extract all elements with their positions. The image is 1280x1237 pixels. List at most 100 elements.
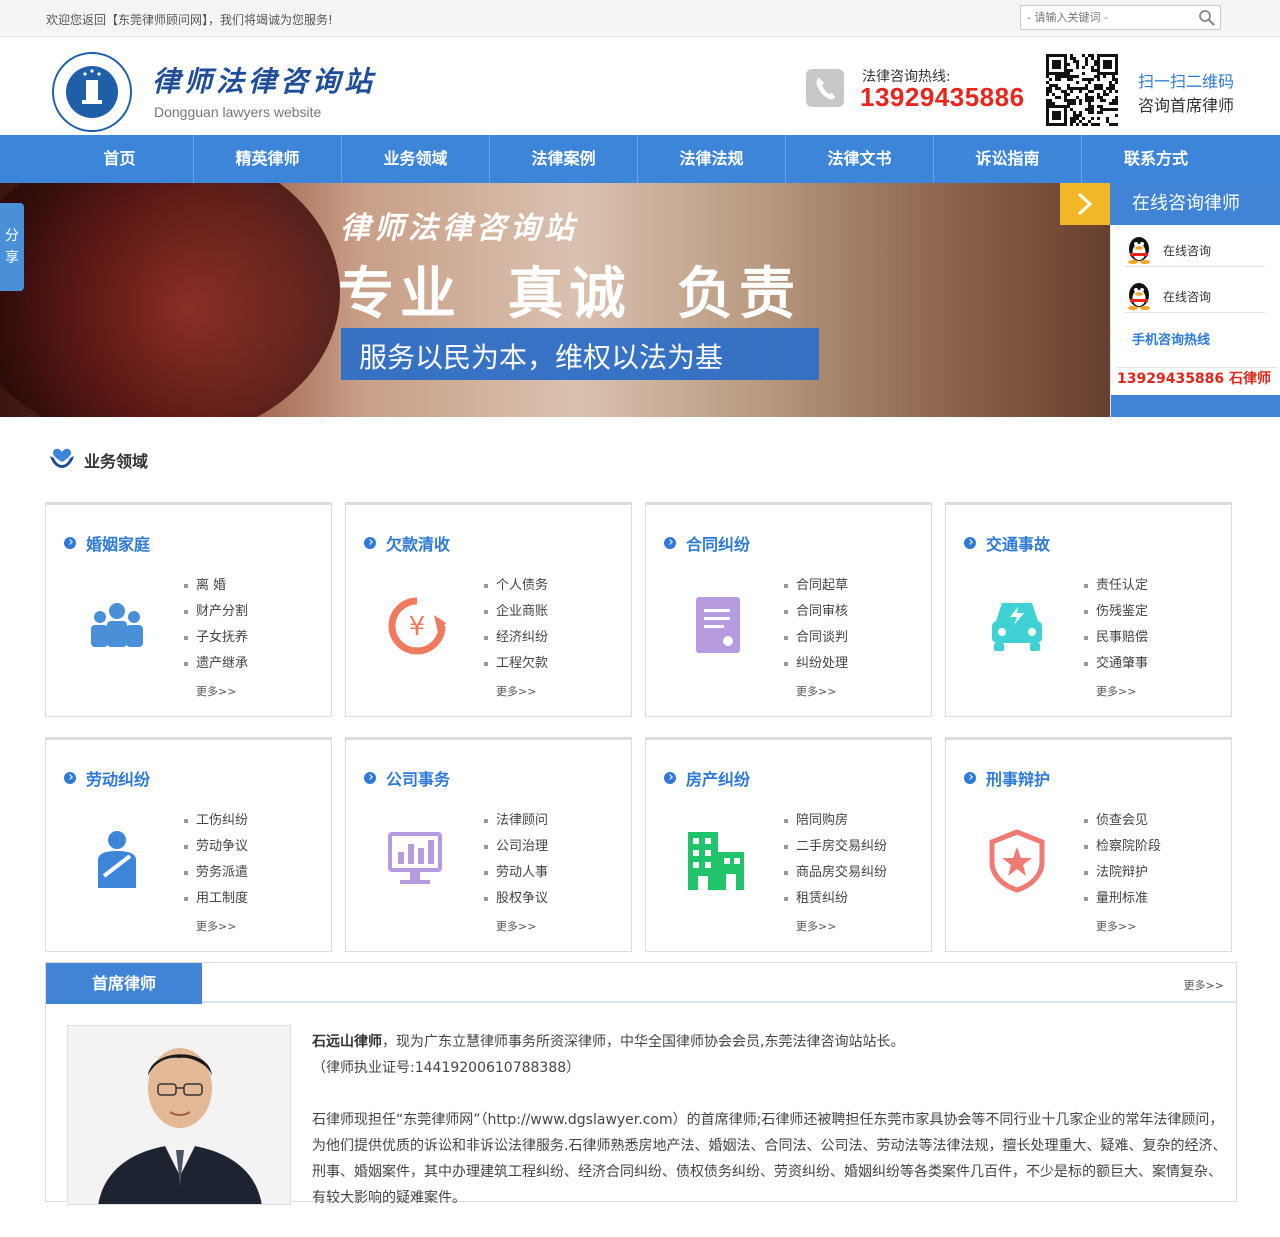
share-tab[interactable]: 分享 bbox=[0, 203, 24, 291]
card-more-link[interactable]: 更多>> bbox=[496, 683, 536, 699]
card-item[interactable]: 陪同购房 bbox=[784, 808, 887, 834]
card-item[interactable]: 商品房交易纠纷 bbox=[784, 860, 887, 886]
card-item[interactable]: 民事赔偿 bbox=[1084, 625, 1148, 651]
card-item[interactable]: 纠纷处理 bbox=[784, 651, 848, 677]
service-card: 房产纠纷陪同购房 二手房交易纠纷 商品房交易纠纷 租赁纠纷更多>> bbox=[645, 737, 932, 952]
worker-icon bbox=[84, 828, 150, 894]
card-title-text[interactable]: 婚姻家庭 bbox=[86, 535, 150, 554]
car-icon bbox=[984, 593, 1050, 659]
chevron-circle-icon bbox=[64, 772, 76, 784]
nav-item-0[interactable]: 首页 bbox=[46, 135, 194, 183]
qq-consult-link-1[interactable]: 在线咨询 bbox=[1125, 233, 1265, 267]
card-title-text[interactable]: 合同纠纷 bbox=[686, 535, 750, 554]
card-title[interactable]: 欠款清收 bbox=[364, 531, 450, 555]
card-title-text[interactable]: 欠款清收 bbox=[386, 535, 450, 554]
qr-caption-2: 咨询首席律师 bbox=[1138, 96, 1235, 115]
lawyers-association-logo-icon[interactable] bbox=[52, 52, 132, 132]
card-item[interactable]: 量刑标准 bbox=[1084, 886, 1161, 912]
card-item[interactable]: 租赁纠纷 bbox=[784, 886, 887, 912]
chevron-right-icon bbox=[1077, 192, 1093, 216]
collapse-arrow-button[interactable] bbox=[1060, 183, 1110, 225]
section-title-text: 业务领域 bbox=[84, 452, 149, 471]
site-title[interactable]: 律师法律咨询站 bbox=[152, 60, 376, 100]
card-item-list: 合同起草 合同审核 合同谈判 纠纷处理 bbox=[784, 573, 848, 677]
card-more-link[interactable]: 更多>> bbox=[1096, 683, 1136, 699]
card-more-link[interactable]: 更多>> bbox=[1096, 918, 1136, 934]
card-title-text[interactable]: 公司事务 bbox=[386, 770, 450, 789]
lawyer-bio-text: 石律师现担任“东莞律师网”（http://www.dgslawyer.com）的… bbox=[312, 1112, 1227, 1206]
gavel-image bbox=[0, 183, 340, 417]
card-title[interactable]: 交通事故 bbox=[964, 531, 1050, 555]
card-title[interactable]: 公司事务 bbox=[364, 766, 450, 790]
card-item[interactable]: 工伤纠纷 bbox=[184, 808, 248, 834]
nav-item-7[interactable]: 联系方式 bbox=[1082, 135, 1230, 183]
building-icon bbox=[684, 828, 750, 894]
banner-script-title: 律师法律咨询站 bbox=[340, 211, 578, 246]
card-item[interactable]: 企业商账 bbox=[484, 599, 548, 625]
mobile-hotline-number[interactable]: 13929435886 石律师 bbox=[1117, 367, 1277, 388]
card-item[interactable]: 法律顾问 bbox=[484, 808, 548, 834]
card-item[interactable]: 劳动人事 bbox=[484, 860, 548, 886]
card-item[interactable]: 子女抚养 bbox=[184, 625, 248, 651]
service-card: 刑事辩护侦查会见 检察院阶段 法院辩护 量刑标准更多>> bbox=[945, 737, 1232, 952]
card-item[interactable]: 合同起草 bbox=[784, 573, 848, 599]
nav-item-3[interactable]: 法律案例 bbox=[490, 135, 638, 183]
card-item[interactable]: 交通肇事 bbox=[1084, 651, 1148, 677]
welcome-text: 欢迎您返回【东莞律师顾问网】，我们将竭诚为您服务! bbox=[46, 13, 333, 27]
card-item[interactable]: 责任认定 bbox=[1084, 573, 1148, 599]
card-item[interactable]: 个人债务 bbox=[484, 573, 548, 599]
qq-consult-link-2[interactable]: 在线咨询 bbox=[1125, 279, 1265, 313]
card-more-link[interactable]: 更多>> bbox=[796, 683, 836, 699]
card-item[interactable]: 遗产继承 bbox=[184, 651, 248, 677]
nav-item-1[interactable]: 精英律师 bbox=[194, 135, 342, 183]
card-item[interactable]: 合同谈判 bbox=[784, 625, 848, 651]
card-item[interactable]: 法院辩护 bbox=[1084, 860, 1161, 886]
card-item[interactable]: 劳务派遣 bbox=[184, 860, 248, 886]
card-item[interactable]: 侦查会见 bbox=[1084, 808, 1161, 834]
card-title[interactable]: 劳动纠纷 bbox=[64, 766, 150, 790]
family-icon bbox=[84, 593, 150, 659]
search-box[interactable] bbox=[1020, 5, 1221, 30]
banner-headline: 专业 真诚 负责 bbox=[338, 262, 801, 327]
card-more-link[interactable]: 更多>> bbox=[796, 918, 836, 934]
card-more-link[interactable]: 更多>> bbox=[196, 683, 236, 699]
card-item[interactable]: 劳动争议 bbox=[184, 834, 248, 860]
nav-item-4[interactable]: 法律法规 bbox=[638, 135, 786, 183]
lawyer-more-link[interactable]: 更多>> bbox=[1184, 977, 1224, 993]
search-input[interactable] bbox=[1021, 6, 1191, 29]
company-icon bbox=[384, 828, 450, 894]
card-more-link[interactable]: 更多>> bbox=[496, 918, 536, 934]
card-item[interactable]: 工程欠款 bbox=[484, 651, 548, 677]
card-item[interactable]: 合同审核 bbox=[784, 599, 848, 625]
card-item[interactable]: 伤残鉴定 bbox=[1084, 599, 1148, 625]
nav-item-2[interactable]: 业务领域 bbox=[342, 135, 490, 183]
qq-penguin-icon bbox=[1128, 237, 1150, 264]
card-title-text[interactable]: 交通事故 bbox=[986, 535, 1050, 554]
card-title-text[interactable]: 劳动纠纷 bbox=[86, 770, 150, 789]
card-item[interactable]: 检察院阶段 bbox=[1084, 834, 1161, 860]
service-card: 婚姻家庭离 婚财产分割 子女抚养 遗产继承更多>> bbox=[45, 502, 332, 717]
card-item[interactable]: 财产分割 bbox=[184, 599, 248, 625]
card-item[interactable]: 二手房交易纠纷 bbox=[784, 834, 887, 860]
card-item[interactable]: 用工制度 bbox=[184, 886, 248, 912]
card-item[interactable]: 公司治理 bbox=[484, 834, 548, 860]
badge-icon bbox=[984, 828, 1050, 894]
card-title[interactable]: 刑事辩护 bbox=[964, 766, 1050, 790]
card-item[interactable]: 股权争议 bbox=[484, 886, 548, 912]
search-icon[interactable] bbox=[1198, 9, 1216, 27]
nav-item-6[interactable]: 诉讼指南 bbox=[934, 135, 1082, 183]
card-more-link[interactable]: 更多>> bbox=[196, 918, 236, 934]
tab-chief-lawyer[interactable]: 首席律师 bbox=[46, 963, 202, 1004]
lawyer-name: 石远山律师 bbox=[312, 1034, 382, 1050]
lawyer-photo bbox=[67, 1025, 291, 1205]
card-item[interactable]: 经济纠纷 bbox=[484, 625, 548, 651]
hands-heart-icon bbox=[50, 448, 74, 468]
card-item[interactable]: 离 婚 bbox=[184, 573, 248, 599]
card-title-text[interactable]: 房产纠纷 bbox=[686, 770, 750, 789]
site-subtitle: Dongguan lawyers website bbox=[154, 104, 322, 120]
card-title-text[interactable]: 刑事辩护 bbox=[986, 770, 1050, 789]
card-title[interactable]: 房产纠纷 bbox=[664, 766, 750, 790]
card-title[interactable]: 合同纠纷 bbox=[664, 531, 750, 555]
card-title[interactable]: 婚姻家庭 bbox=[64, 531, 150, 555]
nav-item-5[interactable]: 法律文书 bbox=[786, 135, 934, 183]
